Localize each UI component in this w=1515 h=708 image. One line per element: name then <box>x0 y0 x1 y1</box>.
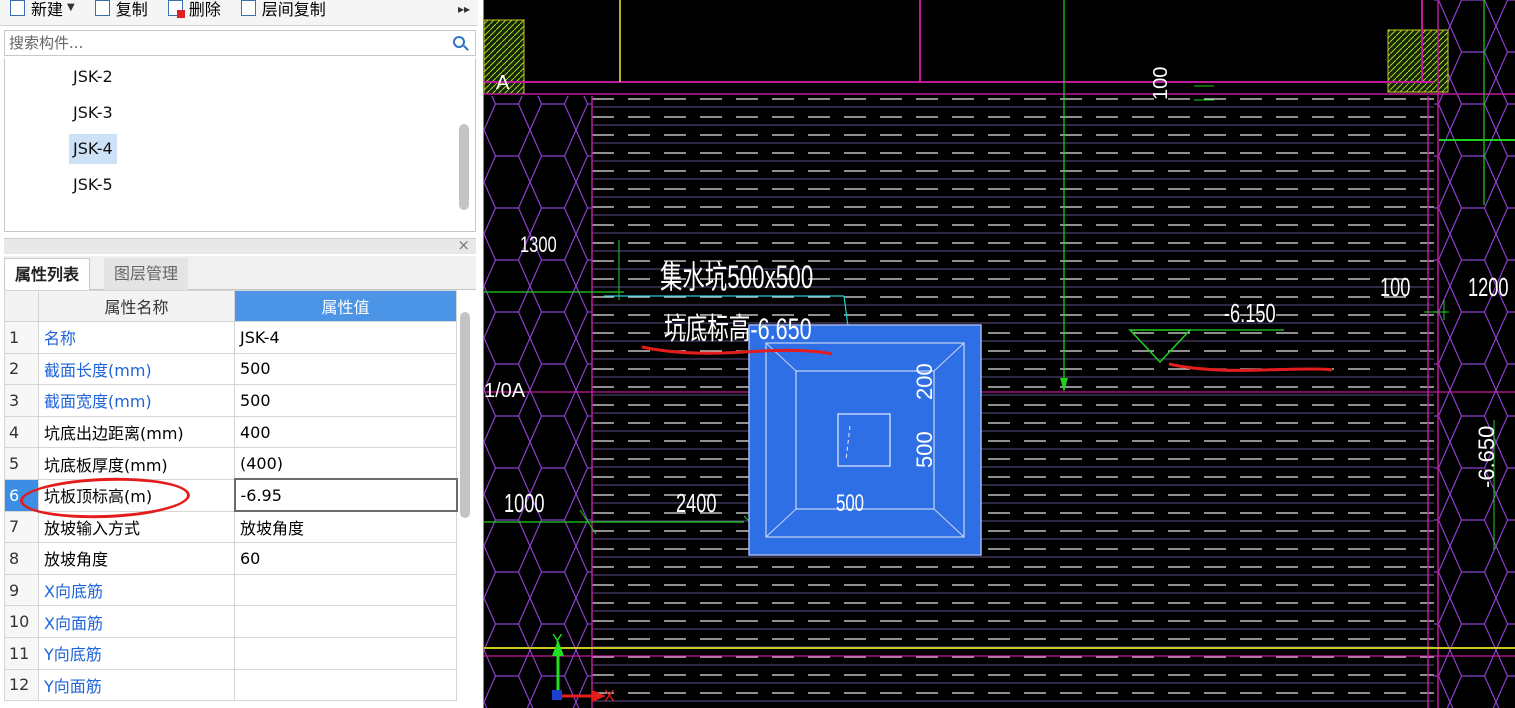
dim-500-horizontal: 500 <box>836 490 865 517</box>
row-number: 7 <box>4 510 39 544</box>
property-name: 坑底板厚度(mm) <box>38 447 235 480</box>
hex-hatch-right <box>1434 0 1515 708</box>
delete-label: 删除 <box>188 0 221 19</box>
grid-corner <box>4 290 39 322</box>
dim-1300: 1300 <box>520 232 557 257</box>
row-number: 4 <box>4 415 39 449</box>
row-number: 8 <box>4 542 39 575</box>
row-number: 1 <box>4 321 39 354</box>
property-value[interactable]: (400) <box>234 447 457 480</box>
dim-200: 200 <box>912 363 937 400</box>
row-number: 9 <box>4 573 39 607</box>
table-row: 10 X向面筋 <box>4 605 457 638</box>
property-value[interactable]: 放坡角度 <box>234 510 457 544</box>
table-row: 5 坑底板厚度(mm) (400) <box>4 447 457 480</box>
property-value[interactable]: 60 <box>234 542 457 575</box>
dim-100-right: 100 <box>1380 272 1411 302</box>
delete-icon <box>167 0 185 18</box>
new-button[interactable]: 新建 ▼ <box>10 0 75 20</box>
row-number: 5 <box>4 447 39 480</box>
list-item-jsk-3[interactable]: JSK-3 <box>69 98 117 128</box>
property-value[interactable]: 500 <box>234 384 457 417</box>
property-name: X向面筋 <box>38 605 235 638</box>
property-name: 放坡角度 <box>38 542 235 575</box>
chevron-down-icon[interactable]: ▼ <box>67 2 75 13</box>
list-item-jsk-2[interactable]: JSK-2 <box>69 62 117 92</box>
cad-canvas[interactable]: A 1/0A 1300 1000 2400 500 集水坑500x500 坑底标… <box>484 0 1515 708</box>
table-row: 2 截面长度(mm) 500 <box>4 352 457 386</box>
close-icon[interactable]: × <box>457 236 470 254</box>
axis-label-1-0a: 1/0A <box>484 380 526 402</box>
toolbar-overflow-icon[interactable]: ▸▸ <box>458 2 470 16</box>
copy-icon <box>94 0 110 16</box>
property-value-editor[interactable]: -6.95 <box>233 478 458 513</box>
property-value[interactable]: 400 <box>234 415 457 449</box>
table-row: 1 名称 JSK-4 <box>4 321 457 354</box>
list-item-jsk-4[interactable]: JSK-4 <box>69 134 117 164</box>
property-value[interactable] <box>234 605 457 638</box>
pit-label: 集水坑500x500 <box>660 259 814 295</box>
component-toolbar: 新建 ▼ 复制 删除 层间复制 ▸▸ <box>0 0 478 26</box>
axis-label-a: A <box>496 72 510 94</box>
row-number: 3 <box>4 384 39 417</box>
row-number: 10 <box>4 605 39 638</box>
dim-1200: 1200 <box>1468 272 1509 302</box>
row-number: 2 <box>4 352 39 386</box>
table-row: 12 Y向面筋 <box>4 668 457 702</box>
search-box <box>4 30 476 56</box>
dim-1000: 1000 <box>504 488 545 518</box>
property-tabs: 属性列表 图层管理 <box>4 256 476 290</box>
property-name: 截面长度(mm) <box>38 352 235 386</box>
property-name: Y向面筋 <box>38 668 235 702</box>
dim-500-vertical: 500 <box>912 431 937 468</box>
table-row: 9 X向底筋 <box>4 573 457 607</box>
list-item-jsk-5[interactable]: JSK-5 <box>69 170 117 200</box>
new-document-icon <box>10 0 25 16</box>
table-row: 4 坑底出边距离(mm) 400 <box>4 415 457 449</box>
property-name: Y向底筋 <box>38 636 235 670</box>
copy-button[interactable]: 复制 <box>94 0 148 20</box>
property-value[interactable] <box>234 668 457 702</box>
property-name: 截面宽度(mm) <box>38 384 235 417</box>
search-icon[interactable] <box>453 36 465 48</box>
header-property-value: 属性值 <box>234 290 457 322</box>
elevation-6650-side: -6.650 <box>1474 425 1499 488</box>
property-name: 坑底出边距离(mm) <box>38 415 235 449</box>
row-number: 11 <box>4 636 39 670</box>
ucs-y-label: Y <box>552 632 563 649</box>
floor-copy-icon <box>240 0 256 16</box>
component-list: JSK-2 JSK-3 JSK-4 JSK-5 <box>4 58 476 232</box>
list-scrollbar[interactable] <box>459 124 469 210</box>
dim-100-top: 100 <box>1150 66 1172 100</box>
copy-label: 复制 <box>115 0 148 19</box>
delete-button[interactable]: 删除 <box>167 0 221 20</box>
table-row: 3 截面宽度(mm) 500 <box>4 384 457 417</box>
property-value[interactable] <box>234 636 457 670</box>
property-value[interactable] <box>234 573 457 607</box>
search-input[interactable] <box>5 31 445 55</box>
tab-layers[interactable]: 图层管理 <box>104 258 189 290</box>
floor-copy-label: 层间复制 <box>261 0 326 19</box>
table-row: 11 Y向底筋 <box>4 636 457 670</box>
slab-dashed-lines <box>592 96 1434 708</box>
property-name: 名称 <box>38 321 235 354</box>
elevation-6150: -6.150 <box>1224 298 1276 328</box>
tab-properties[interactable]: 属性列表 <box>4 258 91 290</box>
ucs-x-label: X <box>604 688 615 705</box>
component-panel: 新建 ▼ 复制 删除 层间复制 ▸▸ JSK-2 JSK-3 JSK-4 JSK… <box>0 0 484 708</box>
property-name: X向底筋 <box>38 573 235 607</box>
property-grid-scrollbar[interactable] <box>460 312 470 518</box>
floor-copy-button[interactable]: 层间复制 <box>240 0 326 20</box>
new-label: 新建 <box>31 0 64 19</box>
property-value[interactable]: JSK-4 <box>234 321 457 354</box>
property-value[interactable]: 500 <box>234 352 457 386</box>
table-row: 8 放坡角度 60 <box>4 542 457 575</box>
row-number: 12 <box>4 668 39 702</box>
cad-drawing <box>484 0 1515 708</box>
panel-divider: × <box>4 236 476 254</box>
dim-2400: 2400 <box>676 488 717 518</box>
pit-bottom-elevation-label: 坑底标高-6.650 <box>664 313 812 346</box>
header-property-name: 属性名称 <box>38 290 235 322</box>
